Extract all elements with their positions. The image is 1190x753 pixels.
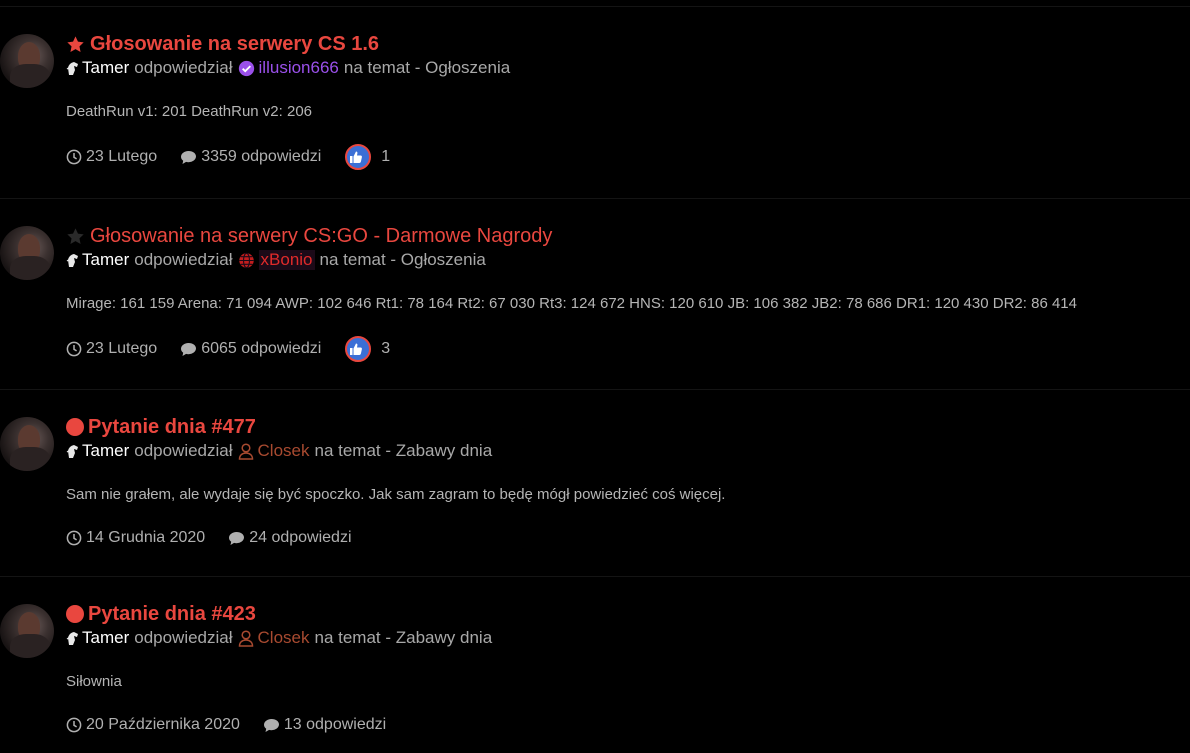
globe-icon — [238, 252, 254, 268]
thumbs-up-icon[interactable] — [345, 336, 372, 362]
post-excerpt: Mirage: 161 159 Arena: 71 094 AWP: 102 6… — [66, 295, 1077, 312]
reply-count-text: 13 odpowiedzi — [283, 716, 387, 733]
post-date[interactable]: 23 Lutego — [66, 340, 157, 358]
star-icon — [67, 35, 84, 52]
clock-icon — [66, 149, 82, 165]
avatar[interactable] — [0, 226, 54, 280]
target-user-link[interactable]: xBonio — [238, 250, 315, 270]
target-user-name[interactable]: illusion666 — [259, 58, 339, 78]
avatar[interactable] — [0, 417, 54, 471]
reply-count: 6065 odpowiedzi — [180, 340, 321, 358]
activity-feed: Głosowanie na serwery CS 1.6 Tamer odpow… — [0, 0, 1190, 753]
action-verb: odpowiedział — [134, 441, 233, 460]
topic-context: na temat - Zabawy dnia — [314, 628, 493, 647]
author-link[interactable]: Tamer — [82, 58, 129, 78]
reply-count: 3359 odpowiedzi — [180, 148, 321, 166]
star-icon — [67, 227, 84, 244]
like-reaction[interactable]: 3 — [345, 336, 390, 362]
avatar[interactable] — [0, 34, 54, 88]
reply-count-text: 3359 odpowiedzi — [201, 148, 322, 165]
horse-icon — [66, 62, 78, 75]
avatar[interactable] — [0, 604, 54, 658]
red-dot-icon — [66, 605, 84, 623]
action-verb: odpowiedział — [134, 628, 233, 647]
topic-title-link[interactable]: Pytanie dnia #423 — [88, 603, 256, 626]
reply-count: 24 odpowiedzi — [228, 529, 352, 547]
topic-context: na temat - Ogłoszenia — [343, 58, 511, 77]
clock-icon — [66, 717, 82, 733]
clock-icon — [66, 530, 82, 546]
comment-icon — [263, 718, 279, 732]
horse-icon — [66, 632, 78, 645]
like-count: 3 — [381, 340, 391, 357]
comment-icon — [229, 531, 245, 545]
target-user-name[interactable]: Closek — [258, 628, 310, 648]
horse-icon — [66, 254, 78, 267]
post-date[interactable]: 14 Grudnia 2020 — [66, 529, 205, 547]
author-link[interactable]: Tamer — [82, 628, 129, 648]
topic-context: na temat - Zabawy dnia — [314, 441, 493, 460]
thumbs-up-icon[interactable] — [345, 144, 372, 170]
divider — [0, 6, 1190, 7]
author-link[interactable]: Tamer — [82, 441, 129, 461]
comment-icon — [181, 342, 197, 356]
horse-icon — [66, 445, 78, 458]
target-user-link[interactable]: illusion666 — [238, 58, 339, 78]
reply-count: 13 odpowiedzi — [263, 716, 386, 734]
post-excerpt: DeathRun v1: 201 DeathRun v2: 206 — [66, 103, 312, 120]
post-date-text: 14 Grudnia 2020 — [86, 529, 206, 546]
topic-context: na temat - Ogłoszenia — [319, 250, 486, 269]
target-user-name[interactable]: Closek — [258, 441, 310, 461]
topic-title-link[interactable]: Głosowanie na serwery CS 1.6 — [90, 33, 379, 56]
verified-badge-icon — [238, 60, 254, 76]
target-user-name[interactable]: xBonio — [258, 250, 315, 270]
target-user-link[interactable]: Closek — [238, 441, 310, 461]
red-dot-icon — [66, 418, 84, 436]
target-user-link[interactable]: Closek — [238, 628, 310, 648]
comment-icon — [181, 150, 197, 164]
like-reaction[interactable]: 1 — [345, 144, 390, 170]
post-date[interactable]: 23 Lutego — [66, 148, 157, 166]
post-excerpt: Siłownia — [66, 673, 122, 690]
clock-icon — [66, 341, 82, 357]
post-date-text: 23 Lutego — [86, 148, 158, 165]
reply-count-text: 24 odpowiedzi — [249, 529, 352, 546]
action-verb: odpowiedział — [134, 58, 233, 77]
reply-count-text: 6065 odpowiedzi — [201, 340, 322, 357]
post-date-text: 20 Października 2020 — [86, 716, 240, 733]
topic-title-link[interactable]: Głosowanie na serwery CS:GO - Darmowe Na… — [90, 225, 552, 248]
user-outline-icon — [238, 442, 253, 460]
topic-title-link[interactable]: Pytanie dnia #477 — [88, 416, 256, 439]
like-count: 1 — [381, 148, 391, 165]
user-outline-icon — [238, 629, 253, 647]
action-verb: odpowiedział — [134, 250, 233, 269]
post-excerpt: Sam nie grałem, ale wydaje się być spocz… — [66, 486, 726, 503]
post-date-text: 23 Lutego — [86, 340, 158, 357]
post-date[interactable]: 20 Października 2020 — [66, 716, 240, 734]
author-link[interactable]: Tamer — [82, 250, 129, 270]
